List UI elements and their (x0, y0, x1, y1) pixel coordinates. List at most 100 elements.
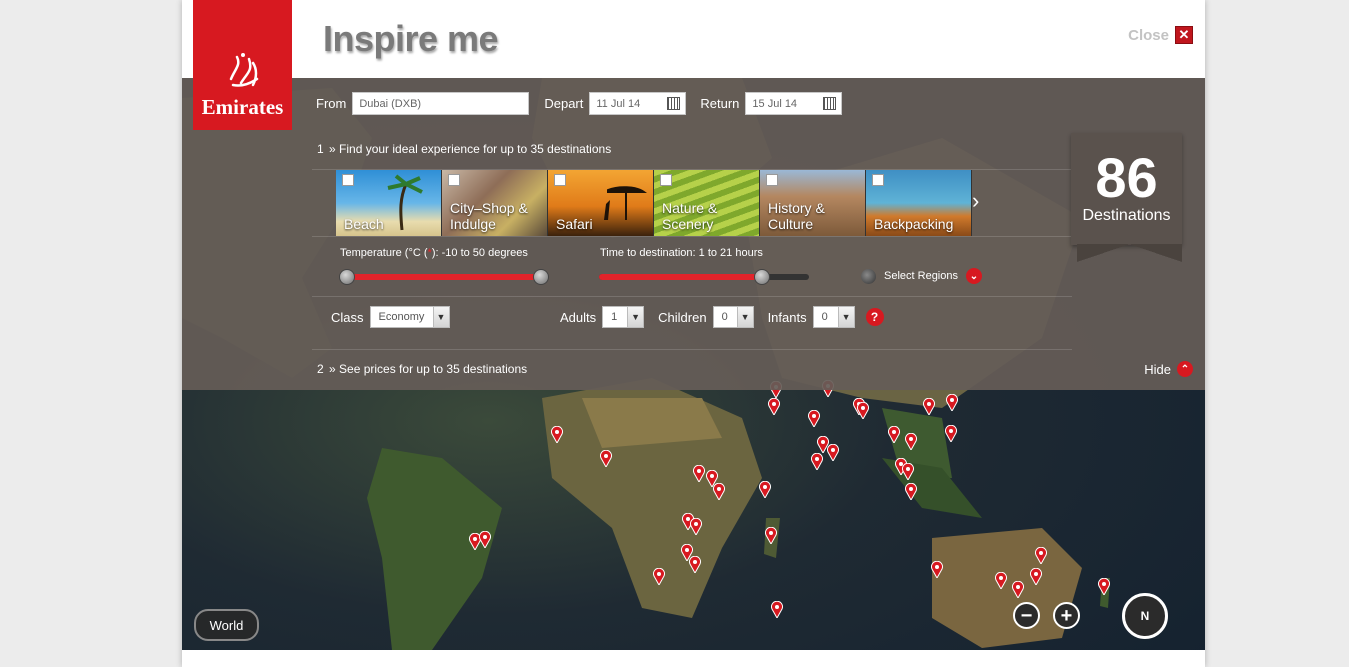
map-pin[interactable] (946, 394, 958, 411)
map-pin[interactable] (902, 463, 914, 480)
chevron-down-icon[interactable]: ▼ (837, 307, 854, 327)
map-pin[interactable] (1030, 568, 1042, 585)
temperature-label-suffix: ): (431, 247, 439, 259)
page-title: Inspire me (323, 18, 499, 59)
close-icon[interactable]: ✕ (1175, 26, 1193, 44)
time-slider[interactable] (599, 269, 809, 285)
temperature-max-handle[interactable] (533, 269, 549, 285)
map-pin[interactable] (923, 398, 935, 415)
page-header: Inspire me Close ✕ (182, 0, 1205, 78)
step-2-number: 2 (317, 362, 324, 376)
calligraphy-logo-icon (229, 53, 258, 87)
class-select[interactable]: Economy ▼ (369, 306, 450, 328)
destinations-count: 86 (1095, 146, 1158, 209)
step-1-number: 1 (317, 142, 324, 156)
map-pin[interactable] (888, 426, 900, 443)
category-strip: Beach City–Shop & Indulge Safari Nature … (336, 170, 972, 236)
map-pin[interactable] (995, 572, 1007, 589)
map-pin[interactable] (857, 402, 869, 419)
world-button[interactable]: World (194, 609, 259, 641)
hide-label: Hide (1144, 361, 1171, 377)
chevron-down-icon[interactable]: ▼ (432, 307, 449, 327)
map-pin[interactable] (1035, 547, 1047, 564)
category-backpacking[interactable]: Backpacking (866, 170, 972, 236)
calendar-icon[interactable] (823, 97, 837, 110)
adults-select[interactable]: 1 ▼ (602, 306, 645, 328)
category-city-shop[interactable]: City–Shop & Indulge (442, 170, 548, 236)
help-icon[interactable]: ? (865, 308, 884, 326)
calendar-icon[interactable] (667, 97, 681, 110)
map-pin[interactable] (905, 483, 917, 500)
step-2-title: 2 » See prices for up to 35 destinations (317, 362, 528, 376)
zoom-out-button[interactable]: − (1013, 602, 1040, 629)
category-nature[interactable]: Nature & Scenery (654, 170, 760, 236)
children-select[interactable]: 0 ▼ (712, 306, 754, 328)
bottom-strip (182, 650, 1205, 667)
map-pin[interactable] (827, 444, 839, 461)
step-1-title: 1 » Find your ideal experience for up to… (317, 142, 612, 156)
map-pin[interactable] (653, 568, 665, 585)
category-checkbox[interactable] (872, 174, 884, 186)
map-pin[interactable] (945, 425, 957, 442)
map-pin[interactable] (479, 531, 491, 548)
emirates-logo: Emirates (193, 0, 292, 130)
map-pin[interactable] (1098, 578, 1110, 595)
compass-icon[interactable]: N (1122, 593, 1168, 639)
category-checkbox[interactable] (342, 174, 354, 186)
map-pin[interactable] (759, 481, 771, 498)
return-label: Return (700, 96, 740, 111)
category-history[interactable]: History & Culture (760, 170, 866, 236)
category-checkbox[interactable] (766, 174, 778, 186)
map-pin[interactable] (600, 450, 612, 467)
temperature-label-prefix: Temperature (°C ( (340, 247, 428, 259)
step-1-text: Find your ideal experience for up to 35 … (339, 142, 612, 156)
map-pin[interactable] (1012, 581, 1024, 598)
temperature-slider[interactable] (339, 269, 549, 285)
hide-button[interactable]: Hide ⌃ (1144, 361, 1193, 377)
map-pin[interactable] (689, 556, 701, 573)
chevron-down-icon[interactable]: ⌄ (966, 268, 982, 284)
map-pin[interactable] (765, 527, 777, 544)
chevron-down-icon[interactable]: ▼ (736, 307, 753, 327)
category-checkbox[interactable] (660, 174, 672, 186)
category-label: Nature & Scenery (662, 200, 718, 232)
map-pin[interactable] (931, 561, 943, 578)
infants-value: 0 (821, 311, 828, 323)
time-range: 1 to 21 hours (698, 247, 763, 259)
infants-label: Infants (767, 309, 807, 325)
category-beach[interactable]: Beach (336, 170, 442, 236)
compass-north-label: N (1140, 609, 1150, 623)
map-pin[interactable] (768, 398, 780, 415)
select-regions-dropdown[interactable]: Select Regions ⌄ (861, 268, 982, 284)
chevron-right-icon[interactable]: › (972, 188, 979, 214)
category-checkbox[interactable] (554, 174, 566, 186)
time-handle[interactable] (754, 269, 771, 285)
zoom-in-button[interactable]: + (1053, 602, 1080, 629)
chevron-down-icon[interactable]: ▼ (627, 307, 644, 327)
passengers-row: Adults 1 ▼ Children 0 ▼ Infants 0 ▼ ? (560, 306, 884, 328)
infants-select[interactable]: 0 ▼ (812, 306, 855, 328)
category-label: Beach (344, 216, 384, 232)
map-pin[interactable] (551, 426, 563, 443)
adults-value: 1 (611, 311, 618, 323)
temperature-min-handle[interactable] (339, 269, 355, 285)
map-pin[interactable] (808, 410, 820, 427)
map-pin[interactable] (693, 465, 705, 482)
globe-icon (861, 268, 876, 284)
close-button[interactable]: Close ✕ (1128, 26, 1193, 44)
time-label-text: Time to destination: (600, 247, 696, 259)
category-safari[interactable]: Safari (548, 170, 654, 236)
divider (312, 236, 1072, 237)
adults-label: Adults (560, 309, 597, 325)
chevron-up-icon[interactable]: ⌃ (1177, 361, 1193, 377)
depart-date-input[interactable]: 11 Jul 14 (589, 92, 687, 115)
map-pin[interactable] (690, 518, 702, 535)
from-input[interactable]: Dubai (DXB) (352, 92, 530, 115)
return-date-input[interactable]: 15 Jul 14 (745, 92, 843, 115)
map-pin[interactable] (811, 453, 823, 470)
category-checkbox[interactable] (448, 174, 460, 186)
map-pin[interactable] (713, 483, 725, 500)
map-pin[interactable] (771, 601, 783, 618)
map-pin[interactable] (905, 433, 917, 450)
category-label: History & Culture (768, 200, 825, 232)
